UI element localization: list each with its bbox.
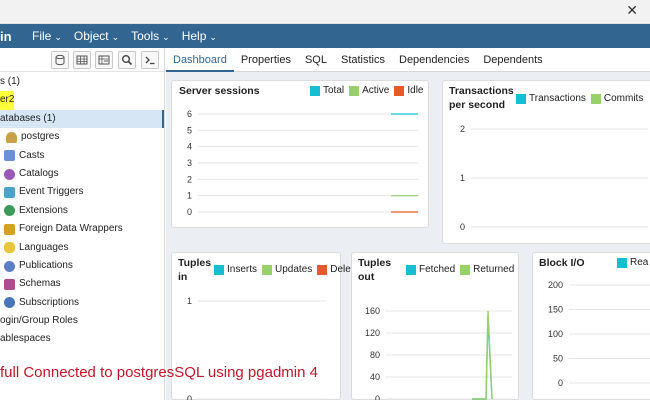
y-tick-label: 5: [187, 125, 192, 135]
y-tick-label: 6: [187, 109, 192, 119]
caption-overlay: full Connected to postgresSQL using pgad…: [0, 364, 318, 381]
y-tick-label: 80: [370, 350, 380, 360]
tree-item-postgres[interactable]: postgres: [0, 128, 164, 146]
panel-transactions: Transactions per second Transactions Comm…: [442, 80, 650, 244]
y-tick-label: 1: [187, 296, 192, 306]
event-triggers-icon: [4, 187, 15, 199]
y-tick-label: 0: [187, 207, 192, 217]
tree-item-databases[interactable]: atabases (1): [0, 109, 164, 129]
chevron-down-icon: ⌄: [54, 32, 62, 42]
y-tick-label: 0: [460, 222, 465, 232]
search-icon[interactable]: [118, 51, 136, 69]
menu-file[interactable]: File ⌄: [30, 29, 64, 43]
panel-tuples-out: Tuples out Fetched Returned 160 120 80 40 0: [351, 252, 519, 400]
y-tick-label: 100: [548, 329, 563, 339]
tree-item-tablespaces[interactable]: ablespaces: [0, 330, 164, 348]
y-tick-label: 40: [370, 372, 380, 382]
y-tick-label: 150: [548, 305, 563, 315]
tab-bar: Dashboard Properties SQL Statistics Depe…: [166, 48, 650, 72]
y-tick-label: 2: [460, 124, 465, 134]
tree-item-schemas[interactable]: Schemas: [0, 275, 164, 293]
object-tree: s (1) er2 atabases (1) postgres Casts Ca…: [0, 73, 164, 349]
tree-item-subscriptions[interactable]: Subscriptions: [0, 294, 164, 312]
object-explorer: s (1) er2 atabases (1) postgres Casts Ca…: [0, 48, 165, 400]
y-tick-label: 2: [187, 174, 192, 184]
panel-block-io: Block I/O Rea 200 150 100 50 0: [532, 252, 650, 400]
database-icon[interactable]: [51, 51, 69, 69]
tree-item-server[interactable]: er2: [0, 91, 164, 110]
y-tick-label: 4: [187, 142, 192, 152]
y-tick-label: 50: [553, 354, 563, 364]
y-tick-label: 200: [548, 280, 563, 290]
table-icon[interactable]: [73, 51, 91, 69]
database-icon: [6, 131, 17, 143]
chart-transactions: 2 1 0: [460, 124, 648, 232]
y-tick-label: 0: [558, 378, 563, 388]
app-brand: in: [0, 28, 12, 44]
menu-help[interactable]: Help ⌄: [180, 29, 219, 43]
extensions-icon: [4, 205, 15, 217]
tab-sql[interactable]: SQL: [298, 48, 334, 72]
tree-item-extensions[interactable]: Extensions: [0, 202, 164, 220]
publications-icon: [4, 260, 15, 272]
y-tick-label: 1: [460, 173, 465, 183]
panel-server-sessions: Server sessions Total Active Idle 654321…: [171, 80, 429, 228]
tree-item-event-triggers[interactable]: Event Triggers: [0, 183, 164, 201]
chevron-down-icon: ⌄: [111, 32, 120, 42]
chart-server-sessions: 6 5 4 3 2 1 0: [187, 109, 418, 217]
dashboard: Server sessions Total Active Idle 654321…: [166, 72, 650, 400]
menu-bar: in File ⌄ Object ⌄ Tools ⌄ Help ⌄: [0, 24, 650, 48]
tree-item-casts[interactable]: Casts: [0, 147, 164, 165]
y-tick-label: 0: [375, 394, 380, 400]
tree-item-publications[interactable]: Publications: [0, 257, 164, 275]
menu-tools[interactable]: Tools ⌄: [129, 29, 172, 43]
tab-dependencies[interactable]: Dependencies: [392, 48, 476, 72]
chevron-down-icon: ⌄: [209, 32, 217, 42]
chevron-down-icon: ⌄: [162, 32, 170, 42]
tree-item-foreign-data-wrappers[interactable]: Foreign Data Wrappers: [0, 220, 164, 238]
menu-object[interactable]: Object ⌄: [72, 29, 121, 43]
close-icon[interactable]: ✕: [626, 3, 638, 19]
view-icon[interactable]: [95, 51, 113, 69]
tab-statistics[interactable]: Statistics: [334, 48, 392, 72]
explorer-toolbar: [0, 48, 164, 72]
casts-icon: [4, 150, 15, 162]
y-tick-label: 120: [365, 328, 380, 338]
tab-dashboard[interactable]: Dashboard: [166, 48, 234, 72]
y-tick-label: 3: [187, 158, 192, 168]
tree-item-catalogs[interactable]: Catalogs: [0, 165, 164, 183]
tree-item-languages[interactable]: Languages: [0, 239, 164, 257]
subscriptions-icon: [4, 297, 15, 309]
tree-item-servers[interactable]: s (1): [0, 73, 164, 91]
chart-block-io: 200 150 100 50 0: [548, 280, 650, 388]
tree-item-login-group-roles[interactable]: ogin/Group Roles: [0, 312, 164, 330]
catalogs-icon: [4, 168, 15, 180]
y-tick-label: 0: [187, 394, 192, 400]
fdw-icon: [4, 223, 15, 235]
tab-dependents[interactable]: Dependents: [476, 48, 549, 72]
chart-tuples-out: 160 120 80 40 0: [365, 306, 512, 400]
schemas-icon: [4, 278, 15, 290]
tab-properties[interactable]: Properties: [234, 48, 298, 72]
window-title-bar: ✕: [0, 0, 650, 24]
y-tick-label: 160: [365, 306, 380, 316]
languages-icon: [4, 242, 15, 254]
terminal-icon[interactable]: [141, 51, 159, 69]
y-tick-label: 1: [187, 191, 192, 201]
